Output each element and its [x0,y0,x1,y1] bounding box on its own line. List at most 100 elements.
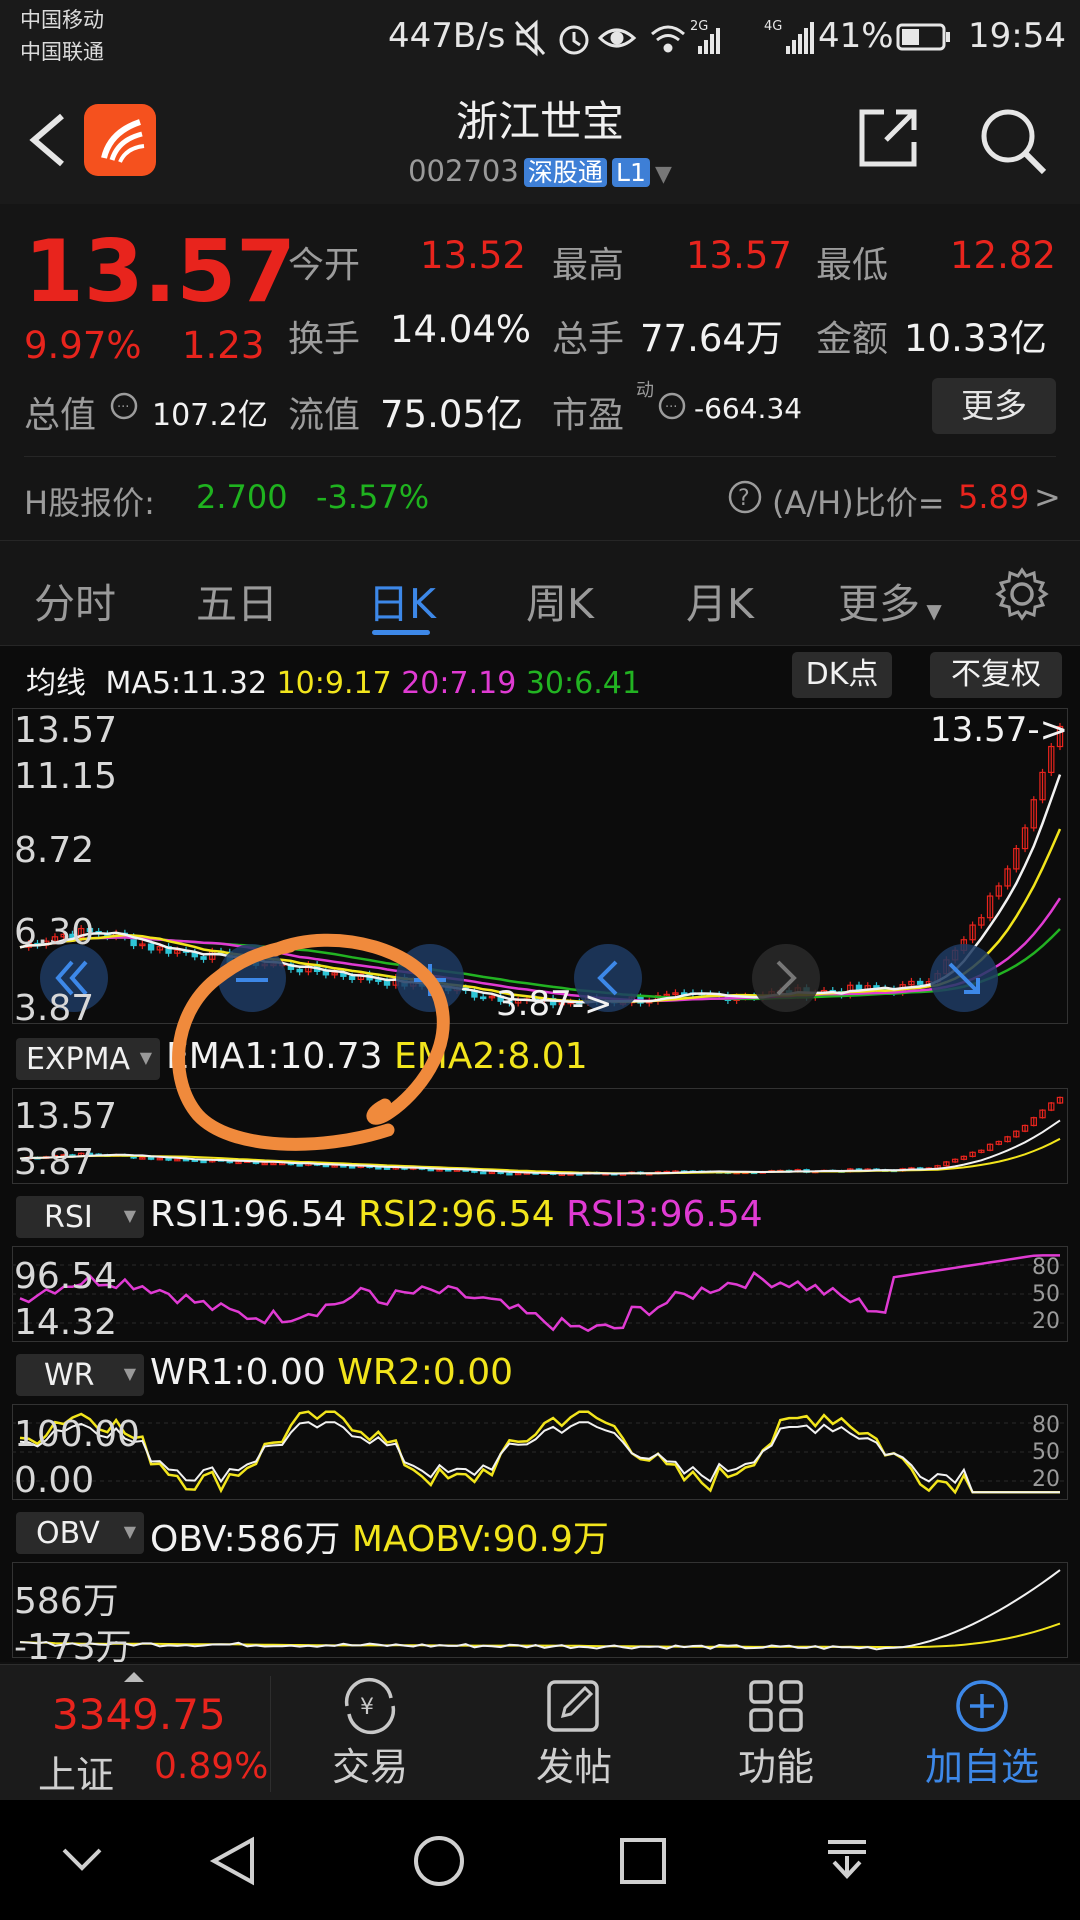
index-value: 3349.75 [52,1690,226,1739]
ah-ratio-label: (A/H)比价= [772,484,945,522]
h-share-price: 2.700 [196,478,288,516]
svg-text:···: ··· [117,400,129,415]
dk-point-button[interactable]: DK点 [792,652,892,698]
search-icon[interactable] [978,106,1048,176]
nav-notification-icon[interactable] [822,1836,872,1886]
high-value: 13.57 [686,234,792,277]
pe-superscript: 动 [636,380,654,401]
expma-selector[interactable]: EXPMA ▼ [16,1038,160,1080]
volume-label: 总手 [552,319,625,360]
pe-info-icon[interactable]: ··· [658,392,688,422]
wr-selector[interactable]: WR ▼ [16,1354,144,1396]
trade-label: 交易 [331,1745,408,1789]
obv-selector[interactable]: OBV ▼ [16,1512,144,1554]
nav-home-icon[interactable] [412,1834,466,1888]
add-circle-icon [956,1680,1008,1732]
wifi-icon [651,25,685,53]
post-button[interactable]: 发帖 [504,1676,644,1796]
divider [24,456,1056,457]
status-bar: 中国移动 中国联通 447B/s 2G 4G 41% 19:54 [0,0,1080,72]
rsi-axis-label: 14.32 [14,1302,118,1343]
wr1-value: WR1:0.00 [150,1352,326,1393]
ma30-value: 30:6.41 [525,666,641,701]
annotation-circle [172,933,450,1151]
network-speed: 447B/s [388,16,506,56]
high-label: 最高 [552,245,625,286]
low-label: 最低 [816,245,889,286]
obv-chart[interactable] [12,1562,1068,1658]
volume-value: 77.64万 [640,317,783,360]
status-icons: 2G [514,19,720,57]
rsi1-value: RSI1:96.54 [150,1194,347,1235]
rsi-selector[interactable]: RSI ▼ [16,1196,144,1238]
wr1-line [19,1421,1060,1494]
share-icon[interactable] [856,106,920,170]
index-change: 0.89% [154,1746,269,1787]
price-axis-label: 8.72 [14,830,95,871]
rsi-level: 20 [1032,1309,1060,1334]
nav-collapse-icon[interactable] [60,1842,104,1878]
maobv-line [19,1622,1061,1649]
wr2-value: WR2:0.00 [337,1352,514,1393]
candle [147,1156,155,1160]
more-quote-button[interactable]: 更多 [932,378,1056,434]
rsi-selector-label: RSI [44,1200,93,1235]
current-price: 13.57 [24,222,297,322]
rsi-level: 80 [1032,1255,1060,1280]
obv-caret-icon: ▼ [123,1522,136,1541]
wr-axis-label: 0.00 [14,1460,95,1501]
candle [916,980,924,985]
net-2g-label: 2G [690,19,708,34]
post-label: 发帖 [535,1745,612,1789]
tab-weekly-k[interactable]: 周K [526,570,594,630]
eye-icon [597,28,637,48]
nav-recents-icon[interactable] [618,1836,668,1886]
code-dropdown-icon[interactable]: ▼ [655,162,672,187]
candle [147,943,155,951]
candle [479,1171,487,1175]
rsi2-value: RSI2:96.54 [358,1194,555,1235]
tab-more-label: 更多 [838,580,920,628]
functions-button[interactable]: 功能 [706,1676,846,1796]
wr-legend: WR1:0.00 WR2:0.00 [150,1352,513,1393]
ma-label: 均线 [26,666,86,701]
rsi-line [19,1254,1060,1333]
tab-intraday[interactable]: 分时 [34,570,116,630]
open-label: 今开 [288,245,361,286]
obv-axis-label: 586万 [14,1581,119,1622]
wr-selector-label: WR [44,1358,95,1393]
index-ticker[interactable]: 3349.75 上证 0.89% [0,1668,270,1798]
rsi-chart[interactable] [12,1246,1068,1342]
help-icon[interactable]: ? [728,480,764,516]
tab-monthly-k[interactable]: 月K [686,570,754,630]
settings-gear-icon[interactable] [994,566,1050,622]
maobv-value: MAOBV:90.9万 [351,1519,609,1560]
svg-text:···: ··· [665,400,677,415]
h-share-label: H股报价: [24,484,155,522]
signal-4g-icon: 4G [764,19,814,54]
add-watchlist-button[interactable]: 加自选 [902,1676,1062,1796]
nav-back-icon[interactable] [208,1836,258,1886]
rsi-levels: 80 50 20 [1032,1254,1060,1335]
index-name: 上证 [38,1753,115,1797]
carrier-1: 中国移动 [20,8,104,32]
expand-up-icon [124,1672,144,1682]
wr-chart[interactable] [12,1404,1068,1500]
price-axis-label: 13.57 [14,710,118,751]
adjust-mode-button[interactable]: 不复权 [930,652,1062,698]
low-price-marker: 3.87-> [496,984,613,1024]
scroll-right-button[interactable] [752,944,820,1012]
ah-ratio-arrow[interactable]: > [1034,478,1061,516]
amount-value: 10.33亿 [904,317,1047,360]
rsi3-value: RSI3:96.54 [566,1194,763,1235]
tab-more[interactable]: 更多 ▼ [838,570,942,630]
candle [506,1172,513,1176]
tab-daily-k[interactable]: 日K [368,570,436,630]
ma-legend: 均线 MA5:11.32 10:9.17 20:7.19 30:6.41 [26,658,641,702]
tab-five-day[interactable]: 五日 [196,570,278,630]
trade-button[interactable]: ¥ 交易 [300,1676,440,1796]
rsi-legend: RSI1:96.54 RSI2:96.54 RSI3:96.54 [150,1194,763,1235]
info-icon[interactable]: ··· [110,392,140,422]
obv-legend: OBV:586万 MAOBV:90.9万 [150,1510,609,1562]
mktcap-label: 总值 [24,395,97,436]
